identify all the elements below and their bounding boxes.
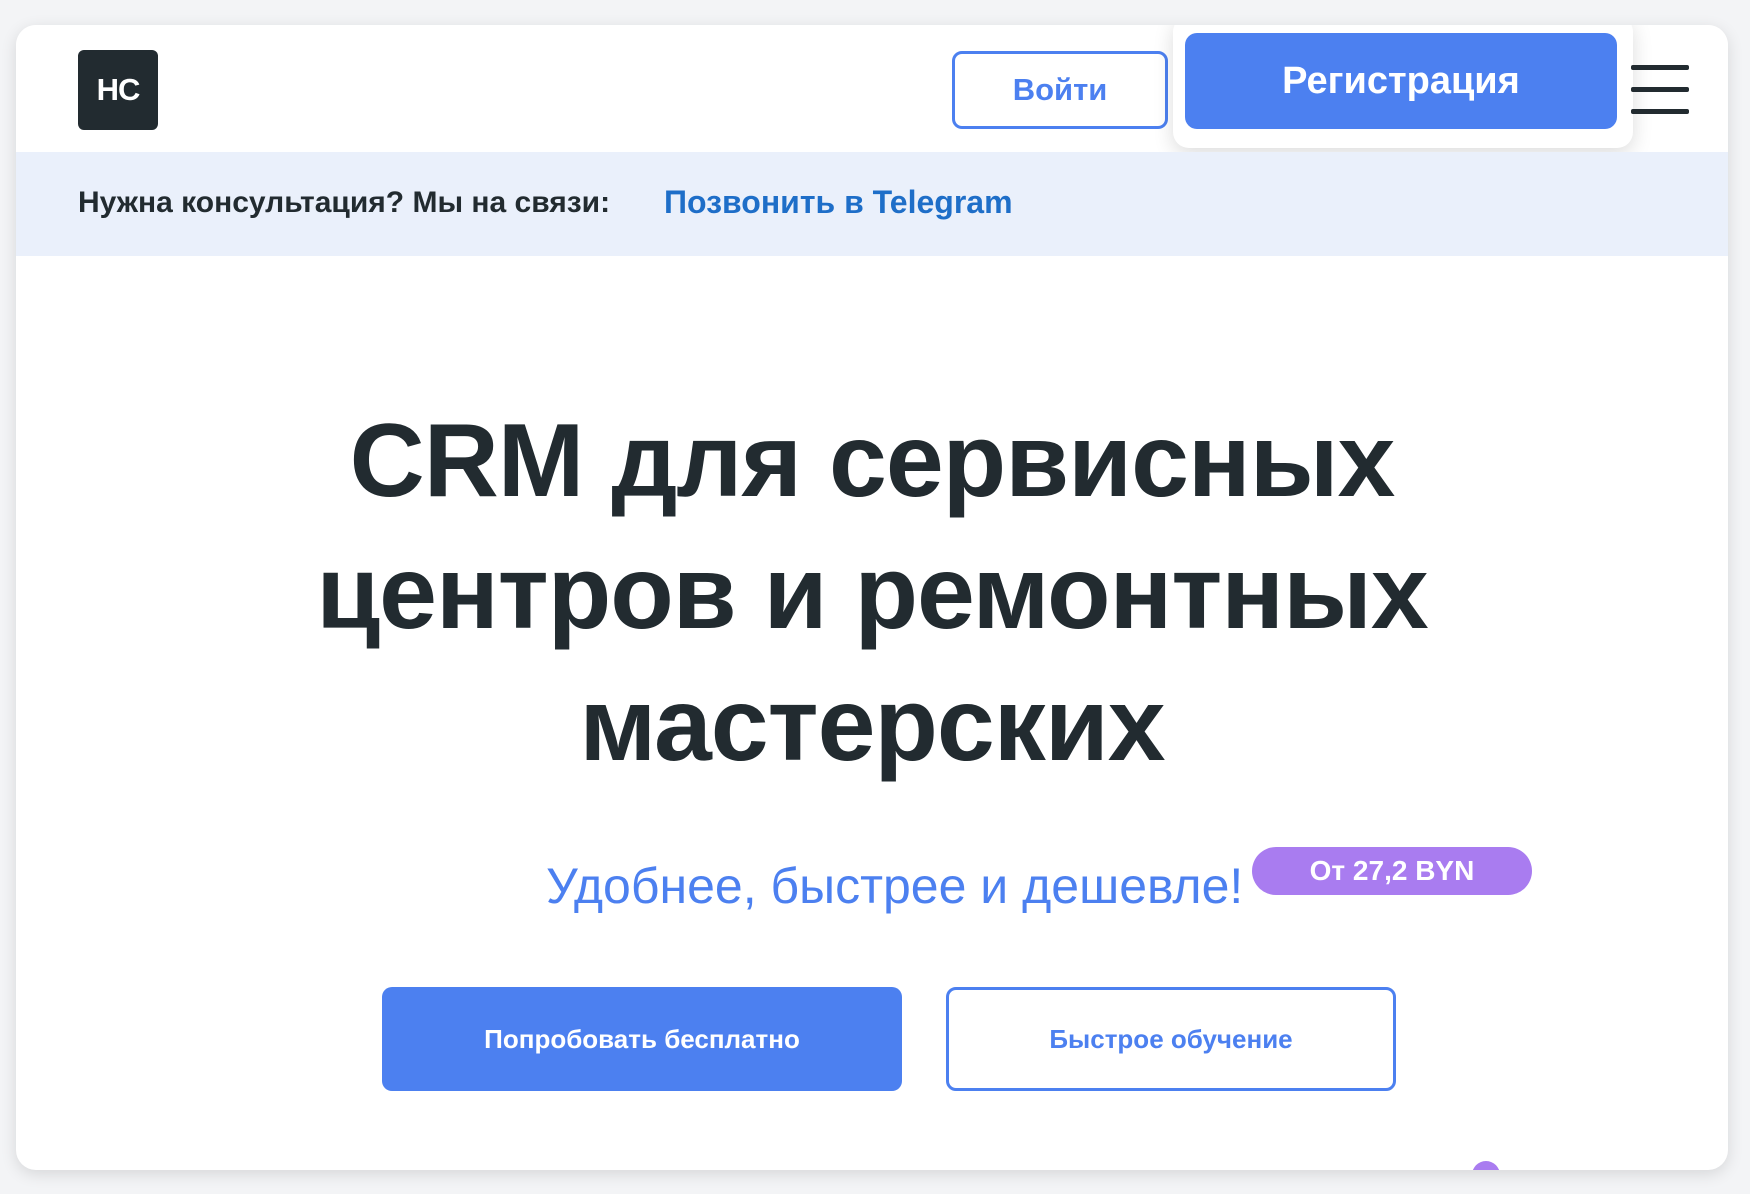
price-badge: От 27,2 BYN: [1252, 847, 1532, 895]
logo[interactable]: НС: [78, 50, 158, 130]
menu-line: [1631, 109, 1689, 114]
try-free-button[interactable]: Попробовать бесплатно: [382, 987, 902, 1091]
hero-title-line-3: мастерских: [579, 667, 1165, 783]
page-card: НС Войти Регистрация Нужна консультация?…: [16, 25, 1728, 1170]
hero-subtitle: Удобнее, быстрее и дешевле!: [546, 858, 1244, 914]
consultation-text: Нужна консультация? Мы на связи:: [78, 186, 611, 219]
menu-line: [1631, 65, 1689, 70]
quick-training-button[interactable]: Быстрое обучение: [946, 987, 1396, 1091]
login-button[interactable]: Войти: [952, 51, 1168, 129]
register-button[interactable]: Регистрация: [1185, 33, 1617, 129]
decorative-dot: [1472, 1161, 1500, 1170]
telegram-call-link[interactable]: Позвонить в Telegram: [664, 184, 1013, 221]
site-header: НС Войти Регистрация: [16, 25, 1728, 152]
menu-line: [1631, 87, 1689, 92]
hamburger-menu-icon[interactable]: [1631, 65, 1689, 115]
hero-title-line-2: центров и ремонтных: [316, 535, 1429, 651]
hero-title: CRM для сервисных центров и ремонтных ма…: [16, 395, 1728, 791]
hero-title-line-1: CRM для сервисных: [349, 403, 1396, 519]
consultation-bar: Нужна консультация? Мы на связи: Позвони…: [16, 152, 1728, 256]
